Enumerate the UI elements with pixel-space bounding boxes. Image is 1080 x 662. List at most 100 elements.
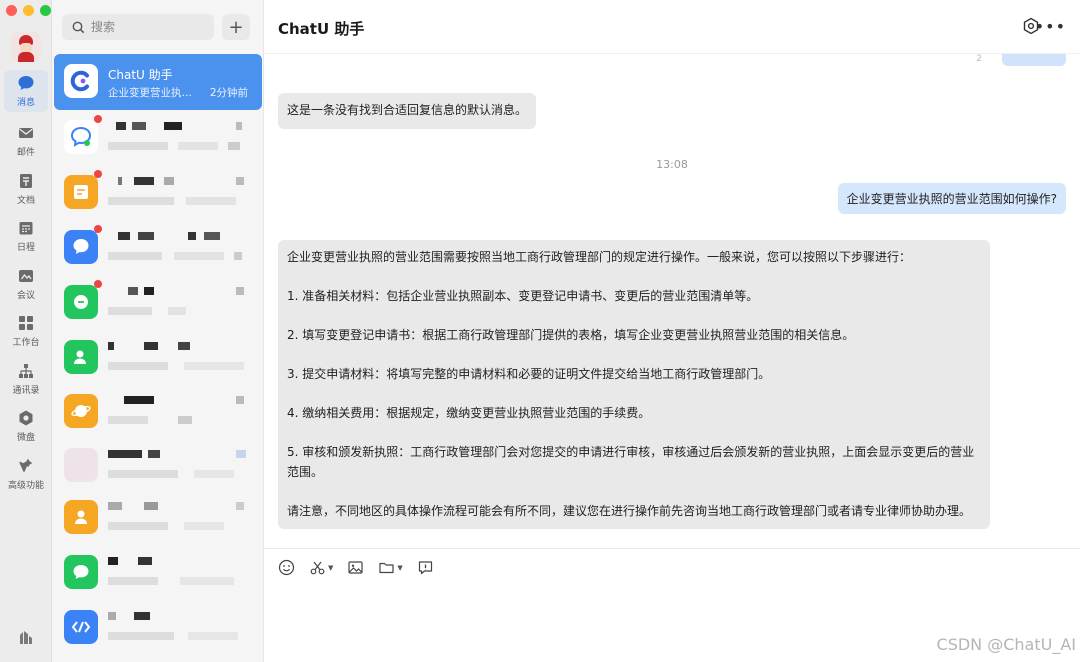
document-icon	[20, 173, 32, 188]
answer-paragraph: 3. 提交申请材料：将填写完整的申请材料和必要的证明文件提交给当地工商行政管理部…	[287, 367, 771, 381]
redacted-content	[108, 177, 248, 209]
feedback-icon	[418, 561, 432, 575]
redacted-content	[108, 342, 248, 374]
conversation-item[interactable]	[54, 330, 262, 386]
rail-item-label: 消息	[16, 98, 35, 108]
unread-dot	[94, 170, 102, 178]
rail-item-meeting[interactable]: 会议	[0, 260, 52, 308]
window-controls	[6, 5, 51, 16]
rail-item-label: 通讯录	[12, 385, 40, 396]
contacts-icon	[19, 363, 33, 378]
bot-answer-bubble: 企业变更营业执照的营业范围需要按照当地工商行政管理部门的规定进行操作。一般来说，…	[278, 240, 990, 529]
rail-item-messages[interactable]: 消息	[4, 70, 48, 112]
screenshot-button[interactable]: ▼	[309, 559, 333, 576]
app-link-icon	[64, 610, 98, 644]
search-input[interactable]	[91, 20, 201, 34]
unread-dot	[94, 115, 102, 123]
sparkle-icon	[19, 458, 32, 472]
rail-item-advanced[interactable]: 高级功能	[0, 450, 52, 498]
chat-bubble-icon	[64, 120, 98, 154]
rail-item-mail[interactable]: 邮件	[0, 118, 52, 166]
chevron-down-icon: ▼	[397, 563, 403, 572]
conversation-item[interactable]	[54, 600, 262, 656]
emoji-button[interactable]	[278, 559, 295, 576]
chat-bubble-icon	[64, 230, 98, 264]
bot-message-bubble: 这是一条没有找到合适回复信息的默认消息。	[278, 93, 537, 129]
rail-item-drive[interactable]: 微盘	[0, 403, 52, 451]
chat-title: ChatU 助手	[278, 20, 365, 38]
chat-panel: ChatU 助手 ••• 2 这是一条没有找到合适回复信息的默认消息。 13:0…	[264, 0, 1080, 662]
redacted-content	[108, 232, 248, 264]
redacted-content	[108, 396, 248, 428]
folder-button[interactable]: ▼	[378, 559, 403, 576]
drive-icon	[19, 410, 33, 426]
rail-item-contacts[interactable]: 通讯录	[0, 355, 52, 403]
composer-toolbar: ▼ ▼	[278, 559, 434, 576]
image-button[interactable]	[347, 559, 364, 576]
conversation-item[interactable]	[54, 110, 262, 166]
chatu-logo-icon	[64, 64, 98, 98]
image-icon	[348, 561, 363, 574]
message-timestamp: 13:08	[656, 158, 688, 171]
chat-header: ChatU 助手 •••	[264, 0, 1080, 54]
scissors-icon	[310, 561, 325, 575]
search-box[interactable]	[62, 14, 214, 40]
rail-item-workbench[interactable]: 工作台	[0, 308, 52, 356]
conversation-item-active[interactable]: ChatU 助手 企业变更营业执照的营业范围如何操作? 2分钟前	[54, 54, 262, 110]
message-composer: ▼ ▼ CSDN @ChatU_AI	[264, 548, 1080, 662]
redacted-content	[108, 502, 248, 534]
answer-paragraph: 4. 缴纳相关费用：根据规定，缴纳变更营业执照营业范围的手续费。	[287, 406, 651, 420]
rail-item-label: 邮件	[16, 148, 35, 159]
rail-item-label: 工作台	[12, 338, 40, 349]
answer-paragraph: 企业变更营业执照的营业范围需要按照当地工商行政管理部门的规定进行操作。一般来说，…	[287, 250, 912, 264]
left-rail: 消息 邮件 文档 日程 会议 工作台 通讯录 微盘 高级功能	[0, 0, 52, 662]
answer-paragraph: 请注意，不同地区的具体操作流程可能会有所不同，建议您在进行操作前先咨询当地工商行…	[287, 503, 972, 518]
rail-item-docs[interactable]: 文档	[0, 165, 52, 213]
conversation-item[interactable]	[54, 165, 262, 221]
conversation-item[interactable]	[54, 275, 262, 331]
message-icon	[64, 555, 98, 589]
rail-item-label: 高级功能	[7, 480, 44, 491]
chat-bubble-icon	[18, 76, 34, 90]
redacted-content	[108, 122, 248, 154]
conversation-preview: 企业变更营业执照的营业范围如何操作?	[108, 87, 198, 99]
close-window-button[interactable]	[6, 5, 17, 16]
answer-paragraph: 1. 准备相关材料：包括企业营业执照副本、变更登记申请书、变更后的营业范围清单等…	[287, 289, 759, 303]
search-icon	[72, 21, 85, 33]
minimize-window-button[interactable]	[23, 5, 34, 16]
redacted-content	[108, 450, 248, 482]
user-message-bubble: 企业变更营业执照的营业范围如何操作?	[837, 183, 1066, 214]
conversation-item[interactable]	[54, 438, 262, 494]
more-options-icon[interactable]: •••	[1035, 17, 1066, 36]
partial-message-bubble	[1002, 54, 1066, 66]
mail-icon	[19, 128, 33, 139]
rail-item-label: 微盘	[16, 433, 35, 444]
conversation-item[interactable]	[54, 220, 262, 276]
conversation-item[interactable]	[54, 384, 262, 440]
answer-paragraph: 2. 填写变更登记申请书：根据工商行政管理部门提供的表格，填写企业变更营业执照营…	[287, 328, 855, 342]
rail-item-label: 会议	[16, 290, 35, 301]
partial-read-count: 2	[976, 54, 982, 64]
redacted-content	[108, 612, 248, 644]
watermark: CSDN @ChatU_AI	[936, 635, 1076, 654]
rail-item-calendar[interactable]: 日程	[0, 213, 52, 261]
conversation-name: ChatU 助手	[108, 68, 173, 82]
add-button[interactable]: +	[222, 14, 250, 40]
bookmark-icon[interactable]	[17, 628, 35, 646]
person-icon	[64, 500, 98, 534]
message-icon	[64, 285, 98, 319]
avatar[interactable]	[11, 32, 41, 62]
app-window: 消息 邮件 文档 日程 会议 工作台 通讯录 微盘 高级功能 搜索 + Chat…	[0, 0, 1080, 662]
calendar-icon	[19, 222, 33, 235]
unread-dot	[94, 280, 102, 288]
user-add-icon	[64, 340, 98, 374]
feedback-button[interactable]	[417, 559, 434, 576]
meeting-icon	[19, 269, 33, 282]
conversation-item[interactable]	[54, 545, 262, 601]
conversation-list: + ChatU 助手 企业变更营业执照的营业范围如何操作? 2分钟前	[52, 0, 264, 662]
note-icon	[64, 175, 98, 209]
rail-item-label: 文档	[16, 195, 35, 206]
redacted-content	[108, 287, 248, 319]
conversation-item[interactable]	[54, 490, 262, 546]
zoom-window-button[interactable]	[40, 5, 51, 16]
